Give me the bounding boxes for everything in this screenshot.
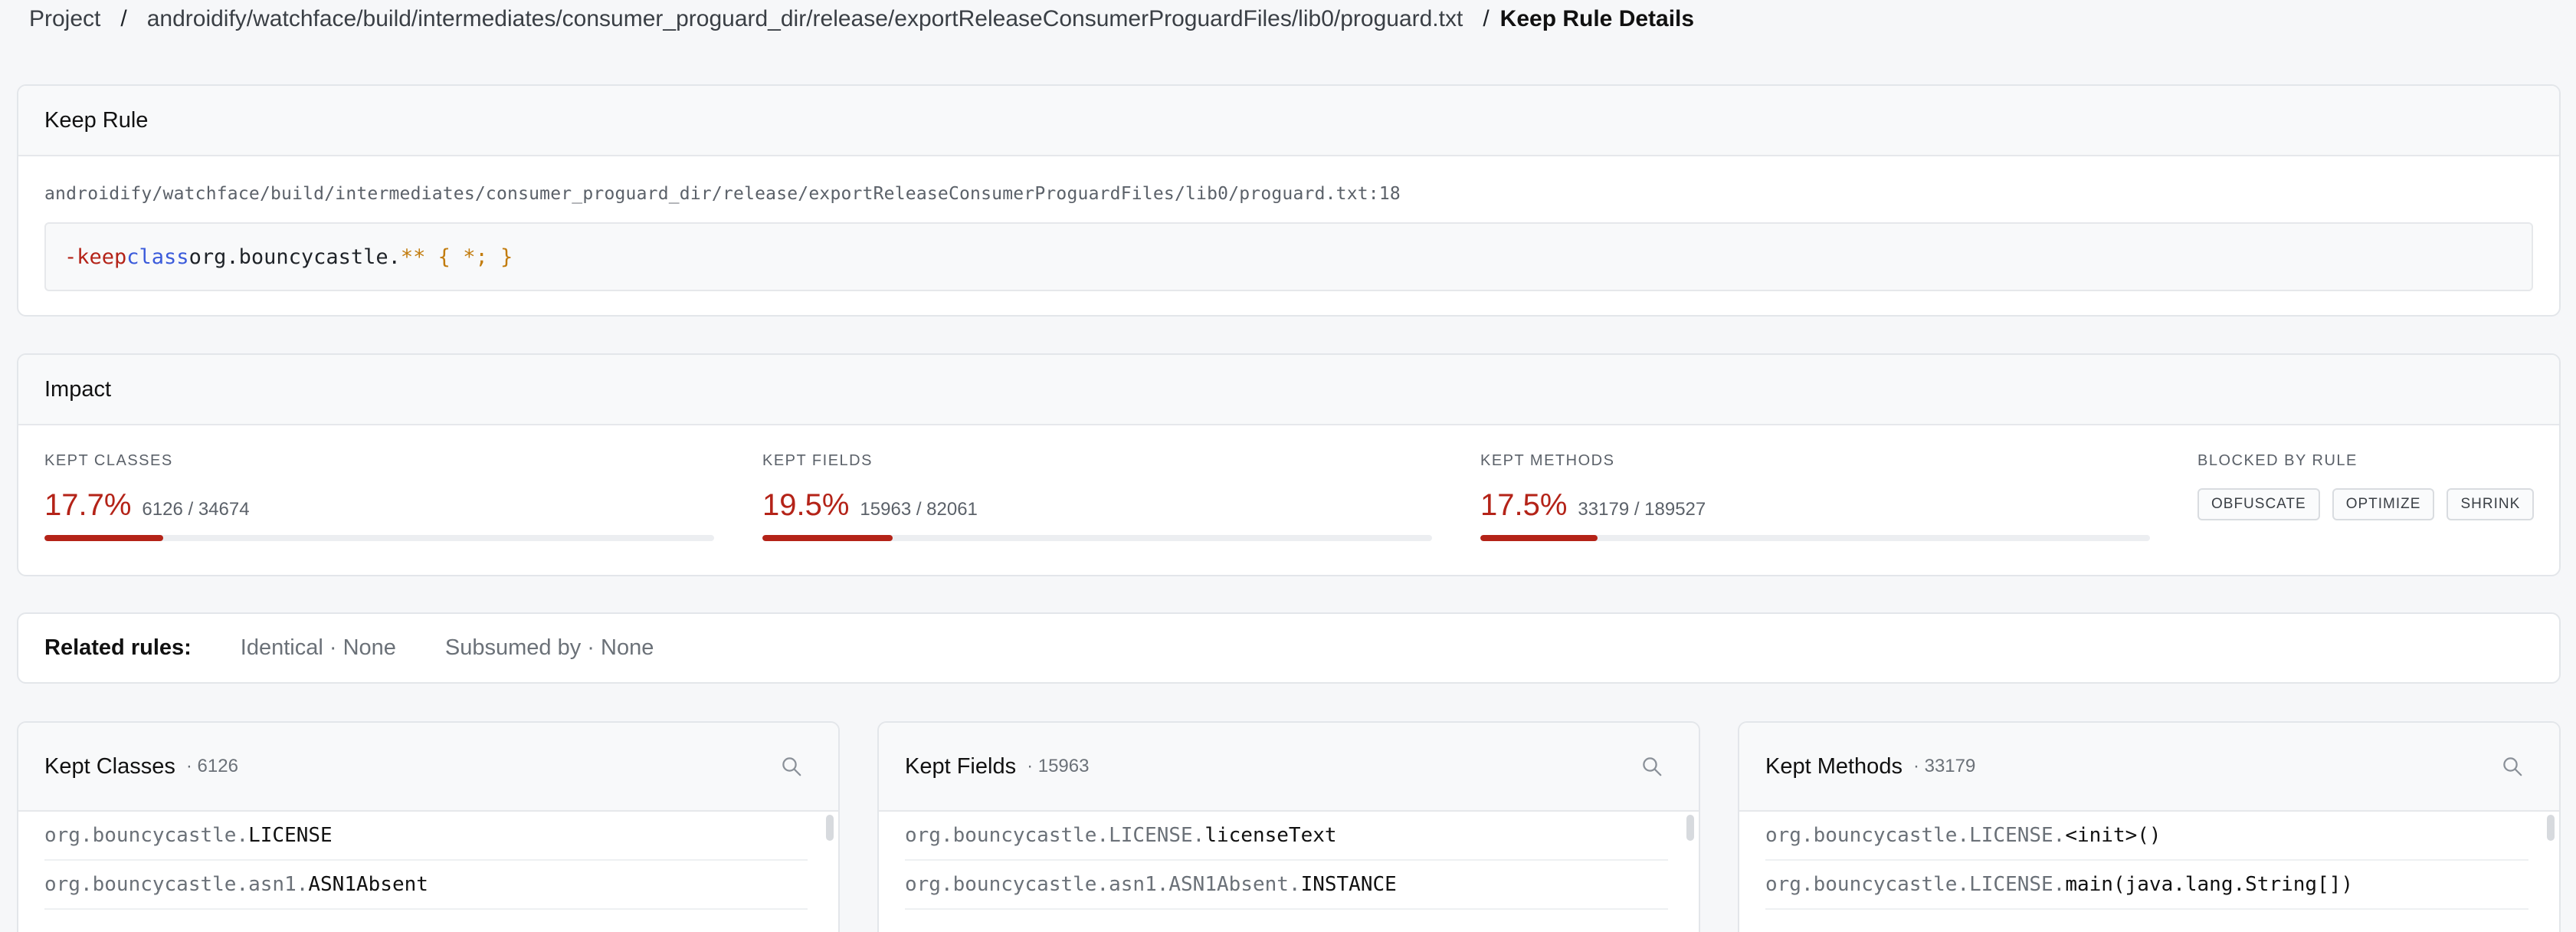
related-identical[interactable]: Identical · None: [241, 635, 396, 661]
row-name: main(java.lang.String[]): [2065, 873, 2354, 896]
panel-title: Kept Fields: [905, 753, 1017, 779]
keep-rule-card: Keep Rule androidify/watchface/build/int…: [17, 84, 2561, 317]
blocked-badges: OBFUSCATE OPTIMIZE SHRINK: [2197, 488, 2535, 520]
panel-header: Kept Methods · 33179: [1739, 723, 2559, 812]
rule-class-name: org.bouncycastle.: [188, 244, 401, 269]
badge-shrink: SHRINK: [2447, 488, 2535, 520]
metric-label: Kept Fields: [762, 452, 873, 469]
panel-title: Kept Classes: [44, 753, 175, 779]
row-package: org.bouncycastle.LICENSE.: [905, 824, 1205, 847]
metric-count: 15963 / 82061: [860, 499, 978, 520]
rule-directive: -keep: [64, 244, 127, 269]
scrollbar[interactable]: [2547, 815, 2555, 841]
impact-header: Impact: [18, 355, 2559, 425]
metric-label: Kept Methods: [1480, 452, 1615, 469]
row-package: org.bouncycastle.LICENSE.: [1765, 873, 2066, 896]
scrollbar[interactable]: [826, 815, 834, 841]
blocked-label: Blocked by rule: [2197, 452, 2358, 469]
progress-bar-fill: [44, 535, 163, 541]
metric-percent: 17.5%: [1480, 488, 1568, 522]
row-package: org.bouncycastle.asn1.: [44, 873, 309, 896]
related-subsumed-by[interactable]: Subsumed by · None: [445, 635, 654, 661]
row-package: org.bouncycastle.LICENSE.: [1765, 824, 2066, 847]
metric-kept-methods: Kept Methods 17.5% 33179 / 189527: [1480, 452, 2150, 541]
impact-card: Impact Kept Classes 17.7% 6126 / 34674 K…: [17, 353, 2561, 576]
metric-percent: 19.5%: [762, 488, 850, 522]
blocked-by-rule: Blocked by rule OBFUSCATE OPTIMIZE SHRIN…: [2197, 452, 2535, 520]
metric-count: 6126 / 34674: [142, 499, 250, 520]
breadcrumb-separator: /: [120, 6, 127, 31]
search-icon[interactable]: [2501, 755, 2524, 778]
panel-count: · 33179: [1912, 756, 1976, 776]
row-package: org.bouncycastle.asn1.ASN1Absent.: [905, 873, 1301, 896]
metric-label: Kept Classes: [44, 452, 173, 469]
rule-source-location[interactable]: androidify/watchface/build/intermediates…: [44, 184, 1401, 204]
kept-classes-list: org.bouncycastle. LICENSE org.bouncycastl…: [18, 812, 838, 910]
row-name: ASN1Absent: [308, 873, 428, 896]
kept-methods-list: org.bouncycastle.LICENSE. <init>() org.bo…: [1739, 812, 2559, 910]
list-item[interactable]: org.bouncycastle.LICENSE. <init>(): [1765, 812, 2528, 861]
progress-bar-fill: [1480, 535, 1598, 541]
breadcrumb-project[interactable]: Project: [29, 6, 100, 32]
search-icon[interactable]: [780, 755, 803, 778]
panel-header: Kept Fields · 15963: [879, 723, 1699, 812]
breadcrumb-current-page: Keep Rule Details: [1499, 6, 1695, 31]
list-item[interactable]: org.bouncycastle. LICENSE: [44, 812, 808, 861]
panel-count: · 6126: [185, 756, 238, 776]
progress-bar-fill: [762, 535, 893, 541]
breadcrumb-separator: /: [1483, 6, 1490, 31]
rule-body: { *; }: [425, 244, 513, 269]
list-item[interactable]: org.bouncycastle.LICENSE. licenseText: [905, 812, 1668, 861]
rule-code-block: -keep class org.bouncycastle. ** { *; }: [44, 222, 2533, 291]
kept-fields-list: org.bouncycastle.LICENSE. licenseText org…: [879, 812, 1699, 910]
row-name: INSTANCE: [1300, 873, 1397, 896]
row-name: <init>(): [2065, 824, 2161, 847]
metric-kept-classes: Kept Classes 17.7% 6126 / 34674: [44, 452, 714, 541]
metric-percent: 17.7%: [44, 488, 132, 522]
panel-count: · 15963: [1027, 756, 1090, 776]
row-name: LICENSE: [248, 824, 333, 847]
related-rules-title: Related rules:: [44, 635, 192, 660]
kept-classes-panel: Kept Classes · 6126 org.bouncycastle. LIC…: [17, 721, 840, 932]
rule-wildcard: **: [400, 244, 426, 269]
metric-kept-fields: Kept Fields 19.5% 15963 / 82061: [762, 452, 1432, 541]
scrollbar[interactable]: [1686, 815, 1694, 841]
kept-fields-panel: Kept Fields · 15963 org.bouncycastle.LIC…: [877, 721, 1700, 932]
search-icon[interactable]: [1640, 755, 1663, 778]
metric-count: 33179 / 189527: [1578, 499, 1706, 520]
list-item[interactable]: org.bouncycastle.LICENSE. main(java.lang.…: [1765, 861, 2528, 910]
keep-rule-header: Keep Rule: [18, 86, 2559, 156]
breadcrumb-file-path[interactable]: androidify/watchface/build/intermediates…: [147, 6, 1463, 32]
rule-keyword: class: [126, 244, 189, 269]
badge-obfuscate: OBFUSCATE: [2197, 488, 2320, 520]
related-rules-bar: Related rules: Identical · None Subsumed…: [17, 612, 2561, 684]
row-package: org.bouncycastle.: [44, 824, 249, 847]
progress-bar: [762, 535, 1432, 541]
panel-title: Kept Methods: [1765, 753, 1903, 779]
list-item[interactable]: org.bouncycastle.asn1. ASN1Absent: [44, 861, 808, 910]
list-item[interactable]: org.bouncycastle.asn1.ASN1Absent. INSTANC…: [905, 861, 1668, 910]
progress-bar: [44, 535, 714, 541]
badge-optimize: OPTIMIZE: [2332, 488, 2435, 520]
row-name: licenseText: [1204, 824, 1337, 847]
kept-methods-panel: Kept Methods · 33179 org.bouncycastle.LI…: [1738, 721, 2561, 932]
breadcrumb: Project / androidify/watchface/build/int…: [29, 6, 1694, 32]
progress-bar: [1480, 535, 2150, 541]
panel-header: Kept Classes · 6126: [18, 723, 838, 812]
